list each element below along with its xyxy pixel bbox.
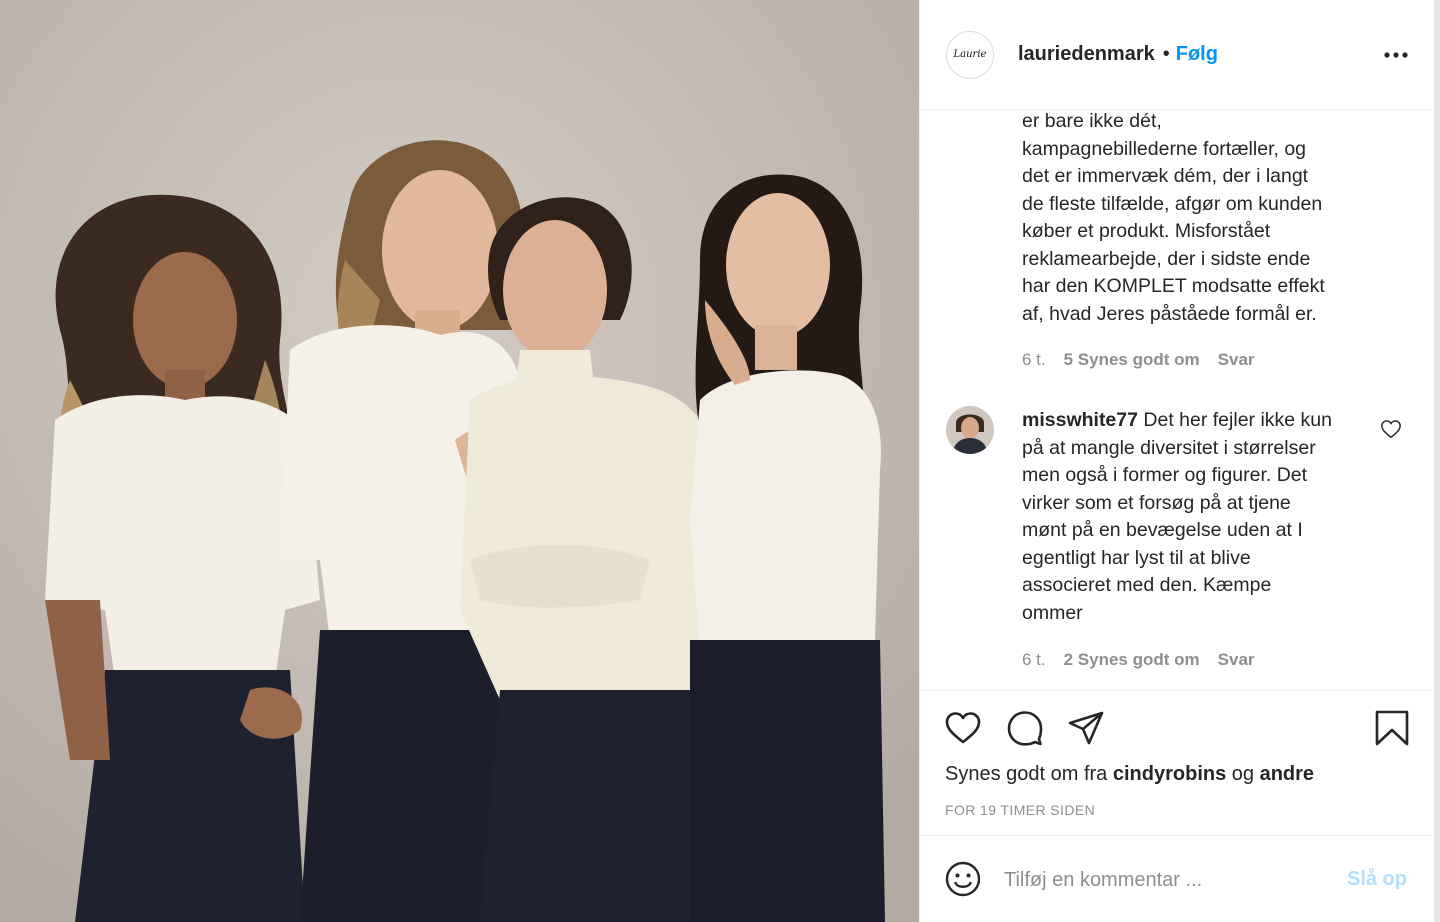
window-edge xyxy=(1434,0,1440,922)
bookmark-icon[interactable] xyxy=(1373,709,1411,747)
comment-line: reklamearbejde, der i sidste ende xyxy=(1022,247,1311,270)
comment-line: på at mangle diversitet i størrelser xyxy=(1022,436,1316,459)
comment-line: mønt på en bevægelse uden at I xyxy=(1022,519,1303,541)
comments-list[interactable]: er bare ikke dét, kampagnebillederne for… xyxy=(920,110,1435,690)
commenter-avatar[interactable] xyxy=(946,406,994,454)
add-comment-bar: Slå op xyxy=(920,835,1435,922)
comment-1-text: er bare ikke dét, kampagnebillederne for… xyxy=(1022,110,1367,328)
model-4 xyxy=(690,174,885,922)
post-comment-button[interactable]: Slå op xyxy=(1347,868,1407,891)
comment-1-meta: 6 t. 5 Synes godt om Svar xyxy=(1022,350,1255,370)
comment-line: de fleste tilfælde, afgør om kunden xyxy=(1022,192,1323,215)
comment-time: 6 t. xyxy=(1022,650,1046,669)
heart-icon[interactable] xyxy=(944,709,982,747)
account-username[interactable]: lauriedenmark xyxy=(1018,43,1155,66)
comment-line: ommer xyxy=(1022,601,1083,624)
post-timestamp[interactable]: FOR 19 TIMER SIDEN xyxy=(945,802,1095,818)
comment-line: kampagnebillederne fortæller, og xyxy=(1022,137,1307,160)
comment-line: af, hvad Jeres påståede formål er. xyxy=(1022,302,1317,325)
liked-by-middle: og xyxy=(1226,763,1260,785)
comment-2-text: misswhite77 Det her fejler ikke kun på a… xyxy=(1022,407,1367,627)
smiley-icon[interactable] xyxy=(944,860,982,898)
account-avatar[interactable]: Laurie xyxy=(946,30,994,79)
liked-by-user[interactable]: cindyrobins xyxy=(1113,763,1226,785)
post-actions: Synes godt om fra cindyrobins og andre F… xyxy=(920,690,1435,835)
post-header: Laurie lauriedenmark • Følg xyxy=(920,0,1435,110)
separator-dot: • xyxy=(1162,43,1170,65)
more-horizontal-icon[interactable] xyxy=(1383,42,1409,68)
comment-time: 6 t. xyxy=(1022,350,1046,369)
reply-button[interactable]: Svar xyxy=(1218,350,1255,370)
comment-line: associeret med den. Kæmpe xyxy=(1022,574,1272,596)
liked-by-line: Synes godt om fra cindyrobins og andre xyxy=(945,763,1314,786)
comment-line: egentligt har lyst til at blive xyxy=(1022,546,1251,569)
post-detail-panel: Laurie lauriedenmark • Følg er bare ikke… xyxy=(919,0,1435,922)
comment-line: misswhite77 Det her fejler ikke kun xyxy=(1022,407,1367,435)
campaign-photo-illustration xyxy=(0,0,919,922)
comment-line: men også i former og figurer. Det xyxy=(1022,464,1308,486)
commenter-username[interactable]: misswhite77 xyxy=(1022,409,1138,431)
comment-first-line-text: Det her fejler ikke kun xyxy=(1137,409,1332,431)
follow-button[interactable]: Følg xyxy=(1176,43,1218,66)
comment-line: har den KOMPLET modsatte effekt xyxy=(1022,275,1325,297)
comment-likes-link[interactable]: 5 Synes godt om xyxy=(1064,350,1200,370)
comment-bubble-icon[interactable] xyxy=(1006,709,1044,747)
comment-line: køber et produkt. Misforstået xyxy=(1022,220,1271,242)
avatar-logo-text: Laurie xyxy=(953,49,987,60)
comment-likes-link[interactable]: 2 Synes godt om xyxy=(1064,650,1200,670)
comment-input[interactable] xyxy=(1004,860,1324,900)
post-photo[interactable] xyxy=(0,0,919,922)
comment-line: er bare ikke dét, xyxy=(1022,110,1162,132)
comment-2-meta: 6 t. 2 Synes godt om Svar xyxy=(1022,650,1255,670)
liked-by-others[interactable]: andre xyxy=(1260,763,1314,785)
commenter-photo xyxy=(946,406,994,454)
comment-line: det er immervæk dém, der i langt xyxy=(1022,165,1309,187)
comment-heart-icon[interactable] xyxy=(1380,418,1402,440)
reply-button[interactable]: Svar xyxy=(1218,650,1255,670)
comment-line: virker som et forsøg på at tjene xyxy=(1022,491,1291,514)
paper-plane-icon[interactable] xyxy=(1067,709,1105,747)
liked-by-prefix: Synes godt om fra xyxy=(945,763,1113,785)
